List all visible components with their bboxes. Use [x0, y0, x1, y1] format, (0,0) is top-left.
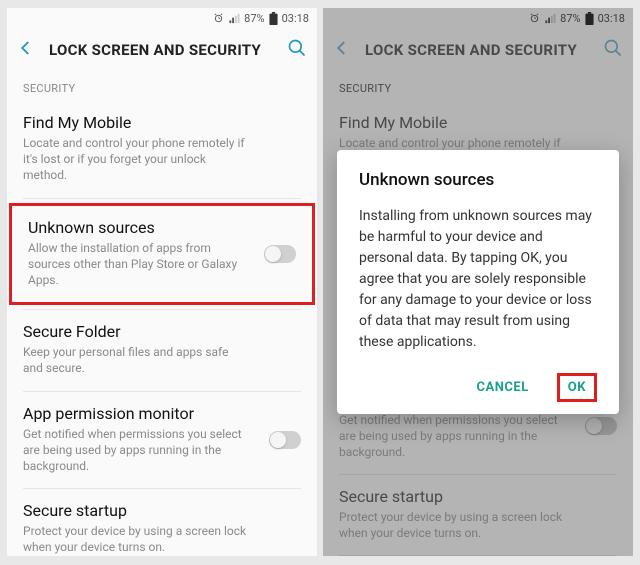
- search-icon[interactable]: [287, 38, 307, 62]
- item-secure-folder[interactable]: Secure Folder Keep your personal files a…: [7, 310, 317, 390]
- item-desc: Get notified when permissions you select…: [23, 426, 301, 475]
- phone-screen-right: 87% 03:18 LOCK SCREEN AND SECURITY SECUR…: [323, 8, 633, 556]
- section-security: SECURITY: [7, 72, 317, 101]
- item-desc: Locate and control your phone remotely i…: [23, 135, 301, 184]
- page-title: LOCK SCREEN AND SECURITY: [49, 41, 287, 59]
- toggle-permission-monitor[interactable]: [269, 431, 301, 449]
- item-unknown-sources[interactable]: Unknown sources Allow the installation o…: [12, 206, 312, 303]
- item-desc: Protect your device by using a screen lo…: [23, 523, 301, 555]
- ok-button[interactable]: OK: [557, 373, 597, 402]
- phone-screen-left: 87% 03:18 LOCK SCREEN AND SECURITY SECUR…: [7, 8, 317, 556]
- back-icon[interactable]: [17, 39, 35, 61]
- status-time: 03:18: [282, 12, 309, 25]
- dialog-title: Unknown sources: [359, 170, 597, 190]
- cancel-button[interactable]: CANCEL: [473, 374, 533, 401]
- battery-icon: [269, 12, 278, 25]
- item-desc: Allow the installation of apps from sour…: [28, 240, 296, 289]
- item-secure-startup[interactable]: Secure startup Protect your device by us…: [7, 489, 317, 556]
- highlight-unknown-sources: Unknown sources Allow the installation o…: [9, 203, 315, 306]
- app-header: LOCK SCREEN AND SECURITY: [7, 28, 317, 72]
- status-bar: 87% 03:18: [7, 8, 317, 28]
- toggle-unknown-sources[interactable]: [264, 245, 296, 263]
- signal-icon: [228, 13, 240, 24]
- dialog-actions: CANCEL OK: [359, 373, 597, 402]
- item-app-permission-monitor[interactable]: App permission monitor Get notified when…: [7, 392, 317, 489]
- item-find-my-mobile[interactable]: Find My Mobile Locate and control your p…: [7, 101, 317, 198]
- dialog-text: Installing from unknown sources may be h…: [359, 206, 597, 353]
- dialog-unknown-sources: Unknown sources Installing from unknown …: [337, 150, 619, 414]
- alarm-icon: [213, 13, 224, 24]
- item-title: Secure startup: [23, 501, 301, 520]
- item-title: Unknown sources: [28, 218, 296, 237]
- item-title: Find My Mobile: [23, 113, 301, 132]
- item-desc: Keep your personal files and apps safe a…: [23, 344, 301, 376]
- item-title: App permission monitor: [23, 404, 301, 423]
- battery-pct: 87%: [244, 12, 264, 25]
- item-title: Secure Folder: [23, 322, 301, 341]
- divider: [23, 198, 301, 199]
